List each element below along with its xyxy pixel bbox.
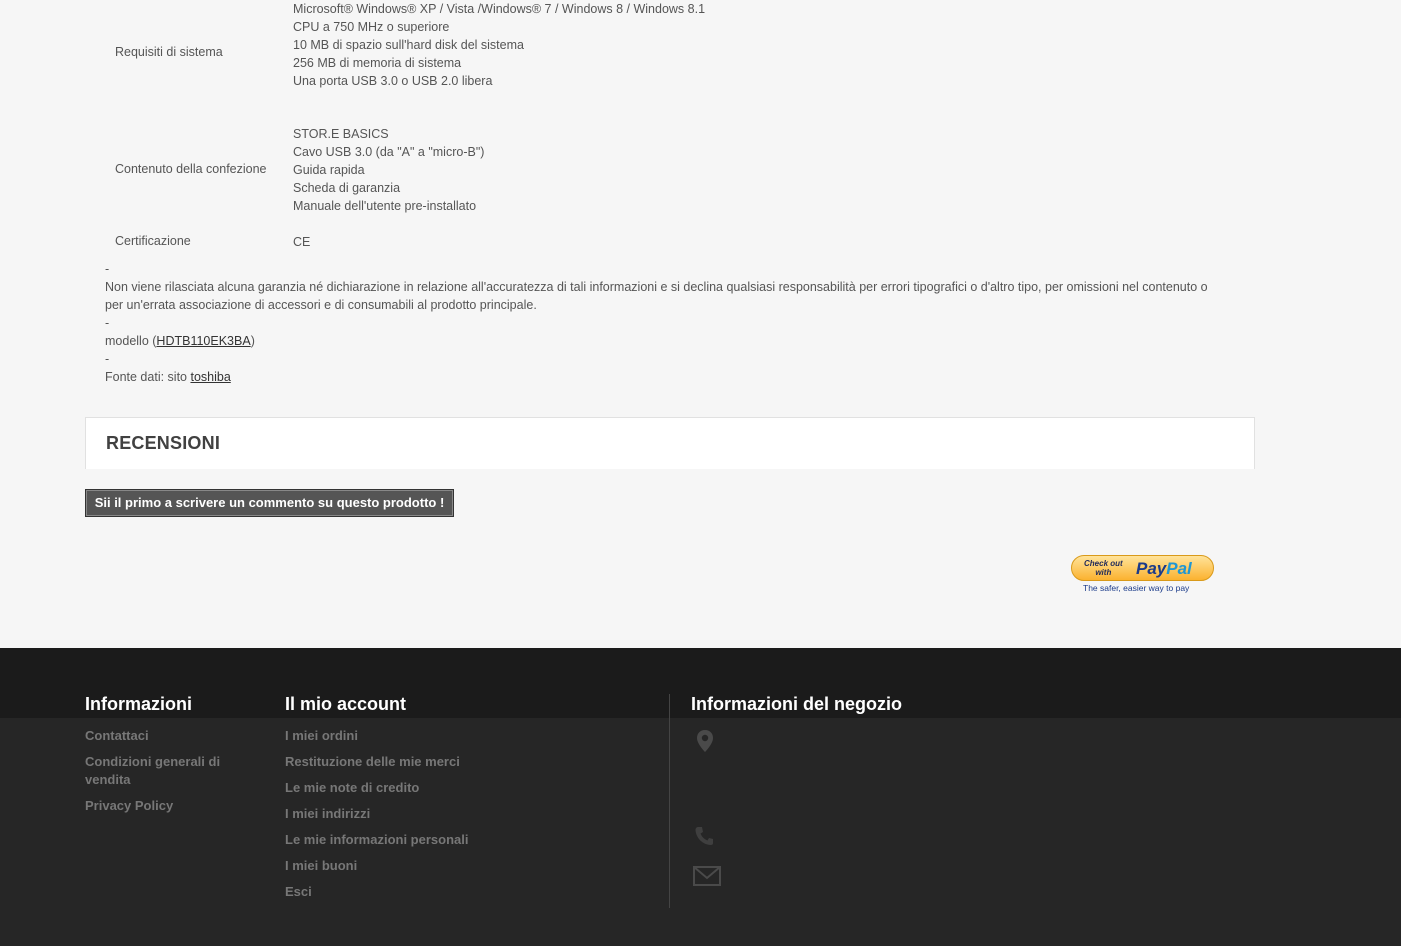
product-notes: - Non viene rilasciata alcuna garanzia n…	[105, 260, 1215, 386]
location-pin-icon	[697, 730, 713, 752]
spec-value: Microsoft® Windows® XP / Vista /Windows®…	[293, 2, 706, 16]
paypal-checkout-line: Check out	[1084, 559, 1123, 568]
source-line: Fonte dati: sito toshiba	[105, 368, 1215, 386]
spec-values: CE	[293, 233, 310, 251]
footer-store-column: Informazioni del negozio	[691, 694, 1091, 727]
spec-values: STOR.E BASICS Cavo USB 3.0 (da "A" a "mi…	[293, 125, 484, 215]
model-prefix: modello (	[105, 334, 157, 348]
spec-value: Scheda di garanzia	[293, 181, 401, 195]
paypal-logo-pal: Pal	[1166, 559, 1192, 578]
spec-label: Contenuto della confezione	[115, 162, 267, 176]
spec-value: CE	[293, 235, 311, 249]
envelope-icon	[693, 866, 721, 886]
paypal-tagline: The safer, easier way to pay	[1083, 583, 1190, 593]
footer-link-addresses[interactable]: I miei indirizzi	[285, 805, 525, 823]
paypal-pill: Check out with PayPal	[1071, 555, 1214, 581]
separator-dash: -	[105, 352, 110, 366]
spec-values: Microsoft® Windows® XP / Vista /Windows®…	[293, 0, 705, 90]
spec-value: 256 MB di memoria di sistema	[293, 56, 462, 70]
model-line: modello (HDTB110EK3BA)	[105, 332, 1215, 350]
model-link[interactable]: HDTB110EK3BA	[156, 334, 250, 348]
footer-info-title: Informazioni	[85, 694, 192, 714]
reviews-section: RECENSIONI	[85, 417, 1255, 469]
paypal-checkout-text: Check out with	[1084, 559, 1123, 577]
paypal-with-line: with	[1095, 568, 1112, 577]
footer-link-vouchers[interactable]: I miei buoni	[285, 857, 525, 875]
footer-link-privacy[interactable]: Privacy Policy	[85, 797, 255, 815]
paypal-checkout-button[interactable]: Check out with PayPal The safer, easier …	[1071, 555, 1216, 595]
footer-account-title: Il mio account	[285, 694, 407, 714]
footer-link-terms[interactable]: Condizioni generali di vendita	[85, 753, 255, 789]
source-link[interactable]: toshiba	[190, 370, 230, 384]
footer-info-column: Informazioni Contattaci Condizioni gener…	[85, 694, 255, 823]
source-prefix: Fonte dati: sito	[105, 370, 191, 384]
footer-link-logout[interactable]: Esci	[285, 883, 525, 901]
paypal-logo: PayPal	[1136, 558, 1192, 580]
footer-link-contact[interactable]: Contattaci	[85, 727, 255, 745]
footer-account-column: Il mio account I miei ordini Restituzion…	[285, 694, 525, 909]
footer-link-orders[interactable]: I miei ordini	[285, 727, 525, 745]
reviews-title: RECENSIONI	[106, 433, 221, 453]
separator-dash: -	[105, 316, 110, 330]
spec-value: 10 MB di spazio sull'hard disk del siste…	[293, 38, 524, 52]
spec-value: Manuale dell'utente pre-installato	[293, 199, 477, 213]
spec-value: Guida rapida	[293, 163, 365, 177]
write-first-review-button[interactable]: Sii il primo a scrivere un commento su q…	[85, 489, 454, 517]
spec-value: Cavo USB 3.0 (da "A" a "micro-B")	[293, 145, 485, 159]
spec-value: Una porta USB 3.0 o USB 2.0 libera	[293, 74, 493, 88]
footer-link-personal-info[interactable]: Le mie informazioni personali	[285, 831, 525, 849]
spec-value: STOR.E BASICS	[293, 127, 389, 141]
phone-icon	[695, 827, 713, 845]
spec-value: CPU a 750 MHz o superiore	[293, 20, 450, 34]
spec-label: Certificazione	[115, 234, 191, 248]
model-suffix: )	[250, 334, 255, 348]
disclaimer-text: Non viene rilasciata alcuna garanzia né …	[105, 280, 1208, 312]
footer-store-title: Informazioni del negozio	[691, 694, 902, 714]
separator-dash: -	[105, 262, 110, 276]
footer-link-credit-slips[interactable]: Le mie note di credito	[285, 779, 525, 797]
spec-label: Requisiti di sistema	[115, 45, 223, 59]
footer-link-returns[interactable]: Restituzione delle mie merci	[285, 753, 525, 771]
site-footer: Informazioni Contattaci Condizioni gener…	[0, 648, 1401, 946]
footer-divider	[669, 694, 670, 908]
paypal-logo-pay: Pay	[1136, 559, 1167, 578]
